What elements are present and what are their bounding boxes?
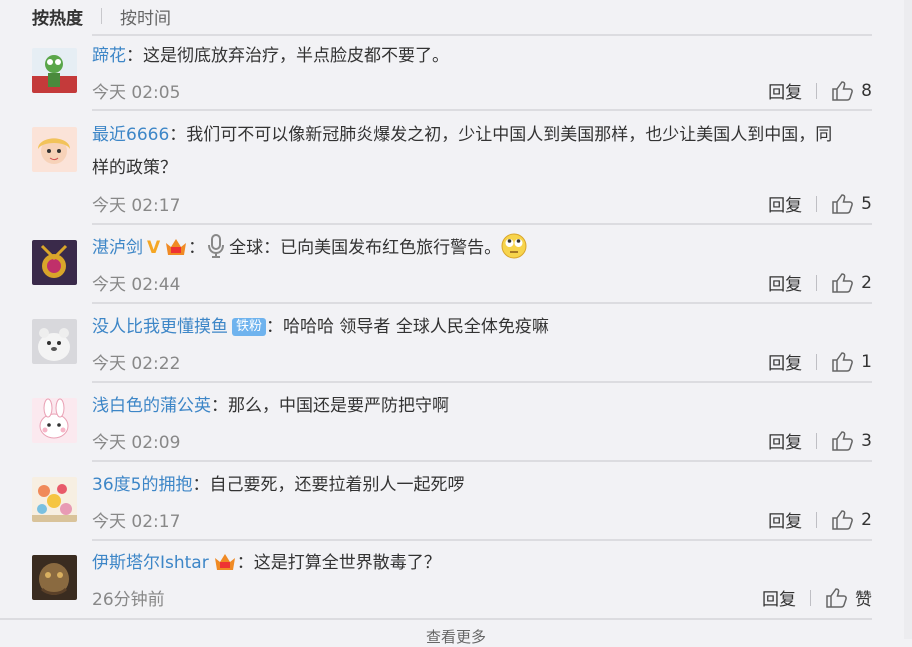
divider — [92, 223, 872, 225]
comment-text: 蹄花：这是彻底放弃治疗，半点脸皮都不要了。 — [92, 41, 872, 71]
divider — [0, 618, 872, 620]
reply-button[interactable]: 回复 — [768, 428, 802, 453]
like-icon[interactable] — [831, 351, 854, 372]
reply-button[interactable]: 回复 — [768, 78, 802, 103]
divider — [92, 381, 872, 383]
eye-roll-emoji-icon — [501, 233, 527, 259]
avatar[interactable] — [32, 319, 77, 364]
vip-crown-icon — [214, 554, 235, 570]
divider — [92, 460, 872, 462]
sort-by-hot[interactable]: 按热度 — [32, 4, 83, 29]
action-divider — [816, 432, 818, 449]
username[interactable]: 没人比我更懂摸鱼 — [92, 317, 228, 337]
timestamp: 今天 02:17 — [92, 512, 181, 532]
timestamp: 26分钟前 — [92, 590, 165, 610]
username[interactable]: 36度5的拥抱 — [92, 475, 192, 495]
comment-actions: 回复 赞 — [762, 585, 872, 610]
comment-text: 没人比我更懂摸鱼 铁粉 ：哈哈哈 领导者 全球人民全体免疫嘛 — [92, 312, 872, 342]
action-divider — [816, 82, 818, 99]
action-divider — [810, 589, 811, 606]
like-icon[interactable] — [831, 509, 854, 530]
comment-text: 36度5的拥抱：自己要死，还要拉着别人一起死啰 — [92, 470, 872, 500]
like-count: 3 — [861, 430, 872, 451]
comment-actions: 回复 8 — [768, 78, 872, 104]
comment-body: ：哈哈哈 领导者 全球人民全体免疫嘛 — [266, 317, 549, 337]
username[interactable]: 浅白色的蒲公英 — [92, 396, 211, 416]
username[interactable]: 最近6666 — [92, 125, 169, 145]
divider — [92, 539, 872, 541]
avatar[interactable] — [32, 240, 77, 285]
comment-body: ：我们可不可以像新冠肺炎爆发之初，少让中国人到美国那样，也少让美国人到中国，同 — [169, 125, 833, 145]
comment-actions: 回复 1 — [768, 349, 872, 375]
reply-button[interactable]: 回复 — [762, 585, 796, 610]
like-icon[interactable] — [825, 587, 847, 608]
like-count: 1 — [861, 351, 872, 372]
comment-body: ：这是打算全世界散毒了？ — [236, 553, 441, 573]
comment-actions: 回复 3 — [768, 428, 872, 454]
vip-crown-icon — [166, 239, 187, 255]
like-icon[interactable] — [831, 272, 854, 293]
avatar[interactable] — [32, 48, 77, 93]
like-count: 8 — [861, 80, 872, 101]
reply-button[interactable]: 回复 — [768, 507, 802, 532]
comment-actions: 回复 5 — [768, 191, 872, 217]
sort-divider — [101, 8, 102, 24]
verified-v-icon: V — [147, 238, 161, 258]
like-count: 5 — [861, 193, 872, 214]
reply-button[interactable]: 回复 — [768, 191, 802, 216]
microphone-icon — [208, 234, 225, 258]
timestamp: 今天 02:05 — [92, 83, 181, 103]
action-divider — [816, 353, 818, 370]
avatar[interactable] — [32, 477, 77, 522]
comment-body: 全球：已向美国发布红色旅行警告。 — [229, 238, 502, 258]
action-divider — [816, 274, 818, 291]
username[interactable]: 蹄花 — [92, 46, 126, 66]
like-icon[interactable] — [831, 430, 854, 451]
comment-text: 伊斯塔尔Ishtar ：这是打算全世界散毒了？ — [92, 548, 872, 578]
like-icon[interactable] — [831, 80, 854, 101]
divider — [92, 302, 872, 304]
comment-body: ：那么，中国还是要严防把守啊 — [211, 396, 449, 416]
like-count: 2 — [861, 509, 872, 530]
comment-text-line2: 样的政策？ — [92, 158, 177, 178]
action-divider — [816, 195, 818, 212]
scrollbar[interactable] — [904, 0, 912, 639]
reply-button[interactable]: 回复 — [768, 270, 802, 295]
comment-body: ：这是彻底放弃治疗，半点脸皮都不要了。 — [126, 46, 449, 66]
like-icon[interactable] — [831, 193, 854, 214]
like-label: 赞 — [855, 590, 872, 610]
view-more-link[interactable]: 查看更多 — [0, 626, 912, 647]
comment-text: 最近6666：我们可不可以像新冠肺炎爆发之初，少让中国人到美国那样，也少让美国人… — [92, 120, 872, 150]
action-divider — [816, 511, 818, 528]
timestamp: 今天 02:17 — [92, 196, 181, 216]
comment-colon: ： — [188, 238, 206, 258]
timestamp: 今天 02:44 — [92, 275, 181, 295]
username[interactable]: 伊斯塔尔Ishtar — [92, 553, 209, 573]
divider — [92, 34, 872, 36]
timestamp: 今天 02:22 — [92, 354, 181, 374]
avatar[interactable] — [32, 127, 77, 172]
avatar[interactable] — [32, 555, 77, 600]
comment-text: 浅白色的蒲公英：那么，中国还是要严防把守啊 — [92, 391, 872, 421]
like-count: 2 — [861, 272, 872, 293]
divider — [92, 109, 872, 111]
sort-by-time[interactable]: 按时间 — [120, 4, 171, 29]
reply-button[interactable]: 回复 — [768, 349, 802, 374]
fan-badge: 铁粉 — [232, 318, 267, 336]
comment-text: 湛泸剑 V ： 全球：已向美国发布红色旅行警告。 — [92, 233, 872, 263]
comment-body: ：自己要死，还要拉着别人一起死啰 — [192, 475, 465, 495]
avatar[interactable] — [32, 398, 77, 443]
timestamp: 今天 02:09 — [92, 433, 181, 453]
comment-actions: 回复 2 — [768, 270, 872, 296]
username[interactable]: 湛泸剑 — [92, 238, 143, 258]
sort-bar: 按热度 按时间 — [32, 0, 171, 32]
comment-actions: 回复 2 — [768, 507, 872, 533]
